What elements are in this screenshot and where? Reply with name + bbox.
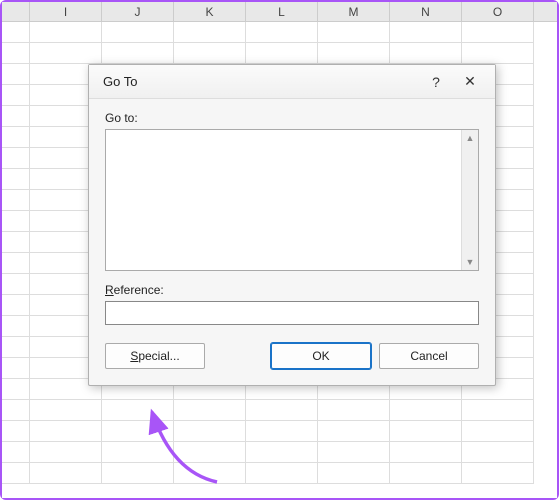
col-header-partial[interactable] <box>2 2 30 21</box>
close-icon: ✕ <box>464 73 476 90</box>
col-header[interactable]: O <box>462 2 534 21</box>
col-header[interactable]: K <box>174 2 246 21</box>
col-header[interactable]: I <box>30 2 102 21</box>
col-header[interactable]: M <box>318 2 390 21</box>
scroll-down-icon[interactable]: ▼ <box>466 256 475 268</box>
goto-listbox[interactable]: ▲ ▼ <box>105 129 479 271</box>
scrollbar[interactable]: ▲ ▼ <box>461 130 478 270</box>
col-header[interactable]: N <box>390 2 462 21</box>
cancel-button[interactable]: Cancel <box>379 343 479 369</box>
col-header[interactable]: J <box>102 2 174 21</box>
scroll-up-icon[interactable]: ▲ <box>466 132 475 144</box>
column-headers: I J K L M N O <box>2 2 557 22</box>
goto-dialog: Go To ? ✕ Go to: ▲ ▼ Reference: Special.… <box>88 64 496 386</box>
ok-button[interactable]: OK <box>271 343 371 369</box>
reference-label: Reference: <box>105 283 479 297</box>
dialog-titlebar[interactable]: Go To ? ✕ <box>89 65 495 99</box>
goto-label: Go to: <box>105 111 479 125</box>
close-button[interactable]: ✕ <box>453 69 487 95</box>
dialog-title: Go To <box>103 74 419 89</box>
col-header[interactable]: L <box>246 2 318 21</box>
help-button[interactable]: ? <box>419 69 453 95</box>
special-button[interactable]: Special... <box>105 343 205 369</box>
reference-input[interactable] <box>105 301 479 325</box>
